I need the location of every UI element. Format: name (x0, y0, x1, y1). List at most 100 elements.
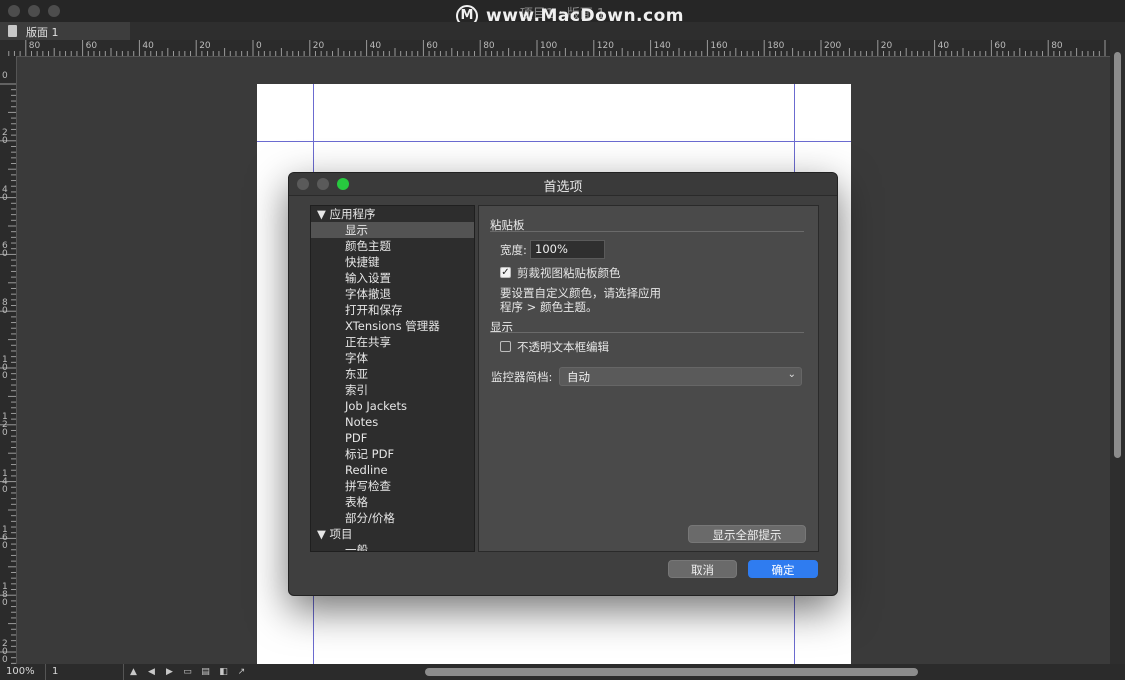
disclosure-triangle-icon[interactable]: ▼ (317, 527, 326, 541)
sidebar-item-index[interactable]: 索引 (311, 382, 474, 398)
margin-guide-top (257, 141, 851, 142)
ruler-label: 120 (2, 411, 8, 438)
vertical-ruler[interactable]: 0 20 40 60 80 100 120 140 160 180 200 (0, 56, 17, 664)
monitor-profile-select[interactable]: 自动 ⌄ (559, 367, 802, 386)
ruler-label: 80 (28, 41, 41, 51)
page-up-icon[interactable]: ▲ (127, 666, 140, 678)
ruler-label: 200 (2, 639, 8, 665)
sidebar-item-font-fallback[interactable]: 字体撤退 (311, 286, 474, 302)
tree-group-label: 应用程序 (329, 207, 376, 221)
ruler-label: 60 (994, 41, 1006, 51)
ruler-label: 60 (426, 41, 438, 51)
ruler-label: 20 (199, 41, 211, 51)
ruler-label: 100 (540, 41, 558, 51)
sidebar-item-color-theme[interactable]: 颜色主题 (311, 238, 474, 254)
ruler-label: 180 (767, 41, 785, 51)
ruler-label: 80 (1051, 41, 1063, 51)
zoom-field[interactable]: 100% (0, 664, 46, 680)
sidebar-item-sharing[interactable]: 正在共享 (311, 334, 474, 350)
clip-pasteboard-label: 剪裁视图粘贴板颜色 (517, 266, 621, 280)
sidebar-item-east-asian[interactable]: 东亚 (311, 366, 474, 382)
clip-pasteboard-checkbox[interactable]: ✓ (500, 267, 511, 278)
sidebar-item-tagged-pdf[interactable]: 标记 PDF (311, 446, 474, 462)
page-field[interactable]: 1 (46, 664, 124, 680)
ruler-label: 0 (256, 41, 262, 51)
ruler-label: 60 (85, 41, 98, 51)
ruler-label: 40 (937, 41, 950, 51)
sidebar-item-spell-check[interactable]: 拼写检查 (311, 478, 474, 494)
ruler-label: 140 (2, 468, 8, 495)
sidebar-item-tables[interactable]: 表格 (311, 494, 474, 510)
sidebar-item-open-save[interactable]: 打开和保存 (311, 302, 474, 318)
preferences-dialog: 首选项 ▼ 应用程序 显示 颜色主题 快捷键 输入设置 字体撤退 打开和保存 X… (288, 172, 838, 596)
layout-tab[interactable]: 版面 1 (0, 22, 130, 40)
monitor-profile-value: 自动 (567, 370, 590, 384)
sidebar-item-pdf[interactable]: PDF (311, 430, 474, 446)
ruler-label: 40 (2, 184, 8, 203)
disclosure-triangle-icon[interactable]: ▼ (317, 207, 326, 221)
hint-text-line2: 程序 > 颜色主题。 (500, 300, 598, 314)
dialog-title: 首选项 (543, 180, 583, 195)
tree-group-project[interactable]: ▼ 项目 (317, 526, 353, 542)
ruler-label: 80 (2, 298, 8, 317)
page-icon (8, 25, 17, 37)
ruler-label: 160 (710, 41, 728, 51)
ruler-label: 100 (2, 355, 8, 381)
width-input[interactable]: 100% (530, 240, 605, 259)
opaque-text-box-label: 不透明文本框编辑 (517, 340, 609, 354)
ruler-label: 20 (312, 41, 325, 51)
dialog-titlebar: 首选项 (289, 173, 837, 196)
display-settings-panel: 粘贴板 宽度: 100% ✓ 剪裁视图粘贴板颜色 要设置自定义颜色，请选择应用 … (478, 205, 819, 552)
split-vertical-icon[interactable]: ◧ (217, 666, 230, 678)
zoom-value: 100% (6, 666, 35, 677)
ruler-label: 60 (2, 241, 8, 260)
monitor-profile-label: 监控器简档: (491, 370, 553, 384)
ruler-label: 140 (653, 41, 671, 51)
section-divider (490, 332, 804, 333)
sidebar-item-xtensions[interactable]: XTensions 管理器 (311, 318, 474, 334)
window-titlebar: 项目1 : 版面 1 M www.MacDown.com (0, 0, 1125, 27)
sidebar-item-display[interactable]: 显示 (311, 222, 474, 238)
ruler-label: 20 (2, 127, 8, 146)
vertical-scroll-thumb[interactable] (1114, 52, 1121, 458)
ruler-label: 120 (596, 41, 614, 51)
next-page-icon[interactable]: ▶ (163, 666, 176, 678)
chevron-down-icon: ⌄ (787, 369, 796, 380)
layout-view-icon[interactable]: ▭ (181, 666, 194, 678)
vertical-scrollbar[interactable] (1110, 40, 1125, 664)
ok-button[interactable]: 确定 (748, 560, 818, 578)
horizontal-scroll-thumb[interactable] (425, 668, 918, 676)
sidebar-item-fonts[interactable]: 字体 (311, 350, 474, 366)
preferences-sidebar: ▼ 应用程序 显示 颜色主题 快捷键 输入设置 字体撤退 打开和保存 XTens… (310, 205, 475, 552)
sidebar-item-notes[interactable]: Notes (311, 414, 474, 430)
export-icon[interactable]: ↗ (235, 666, 248, 678)
cancel-button[interactable]: 取消 (668, 560, 737, 578)
split-horizontal-icon[interactable]: ▤ (199, 666, 212, 678)
ruler-label: 40 (369, 41, 382, 51)
tree-group-application[interactable]: ▼ 应用程序 (317, 206, 376, 222)
opaque-text-box-checkbox[interactable] (500, 341, 511, 352)
sidebar-item-input-settings[interactable]: 输入设置 (311, 270, 474, 286)
previous-page-icon[interactable]: ◀ (145, 666, 158, 678)
ruler-label: 80 (483, 41, 495, 51)
show-all-tips-button[interactable]: 显示全部提示 (688, 525, 806, 543)
width-label: 宽度: (500, 243, 527, 257)
layout-tab-label: 版面 1 (26, 26, 59, 39)
tree-group-label: 项目 (329, 527, 353, 541)
ruler-label: 20 (880, 41, 893, 51)
horizontal-ruler[interactable]: 80 60 40 20 0 20 40 60 80 100 120 140 160 180 200 20 40 6… (0, 40, 1110, 57)
ruler-label: 0 (2, 71, 8, 81)
ruler-label: 200 (824, 41, 842, 51)
sidebar-item-shortcuts[interactable]: 快捷键 (311, 254, 474, 270)
section-divider (490, 231, 804, 232)
ruler-label: 40 (142, 41, 154, 51)
sidebar-item-general[interactable]: 一般 (311, 542, 474, 551)
page-number: 1 (52, 666, 59, 677)
status-bar: 100% 1 ▲ ◀ ▶ ▭ ▤ ◧ ↗ (0, 664, 1125, 680)
layout-tab-bar: 版面 1 (0, 22, 1125, 40)
sidebar-item-redline[interactable]: Redline (311, 462, 474, 478)
ruler-label: 180 (2, 582, 8, 609)
sidebar-item-fractions-prices[interactable]: 部分/价格 (311, 510, 474, 526)
ruler-label: 160 (2, 525, 8, 552)
sidebar-item-job-jackets[interactable]: Job Jackets (311, 398, 474, 414)
